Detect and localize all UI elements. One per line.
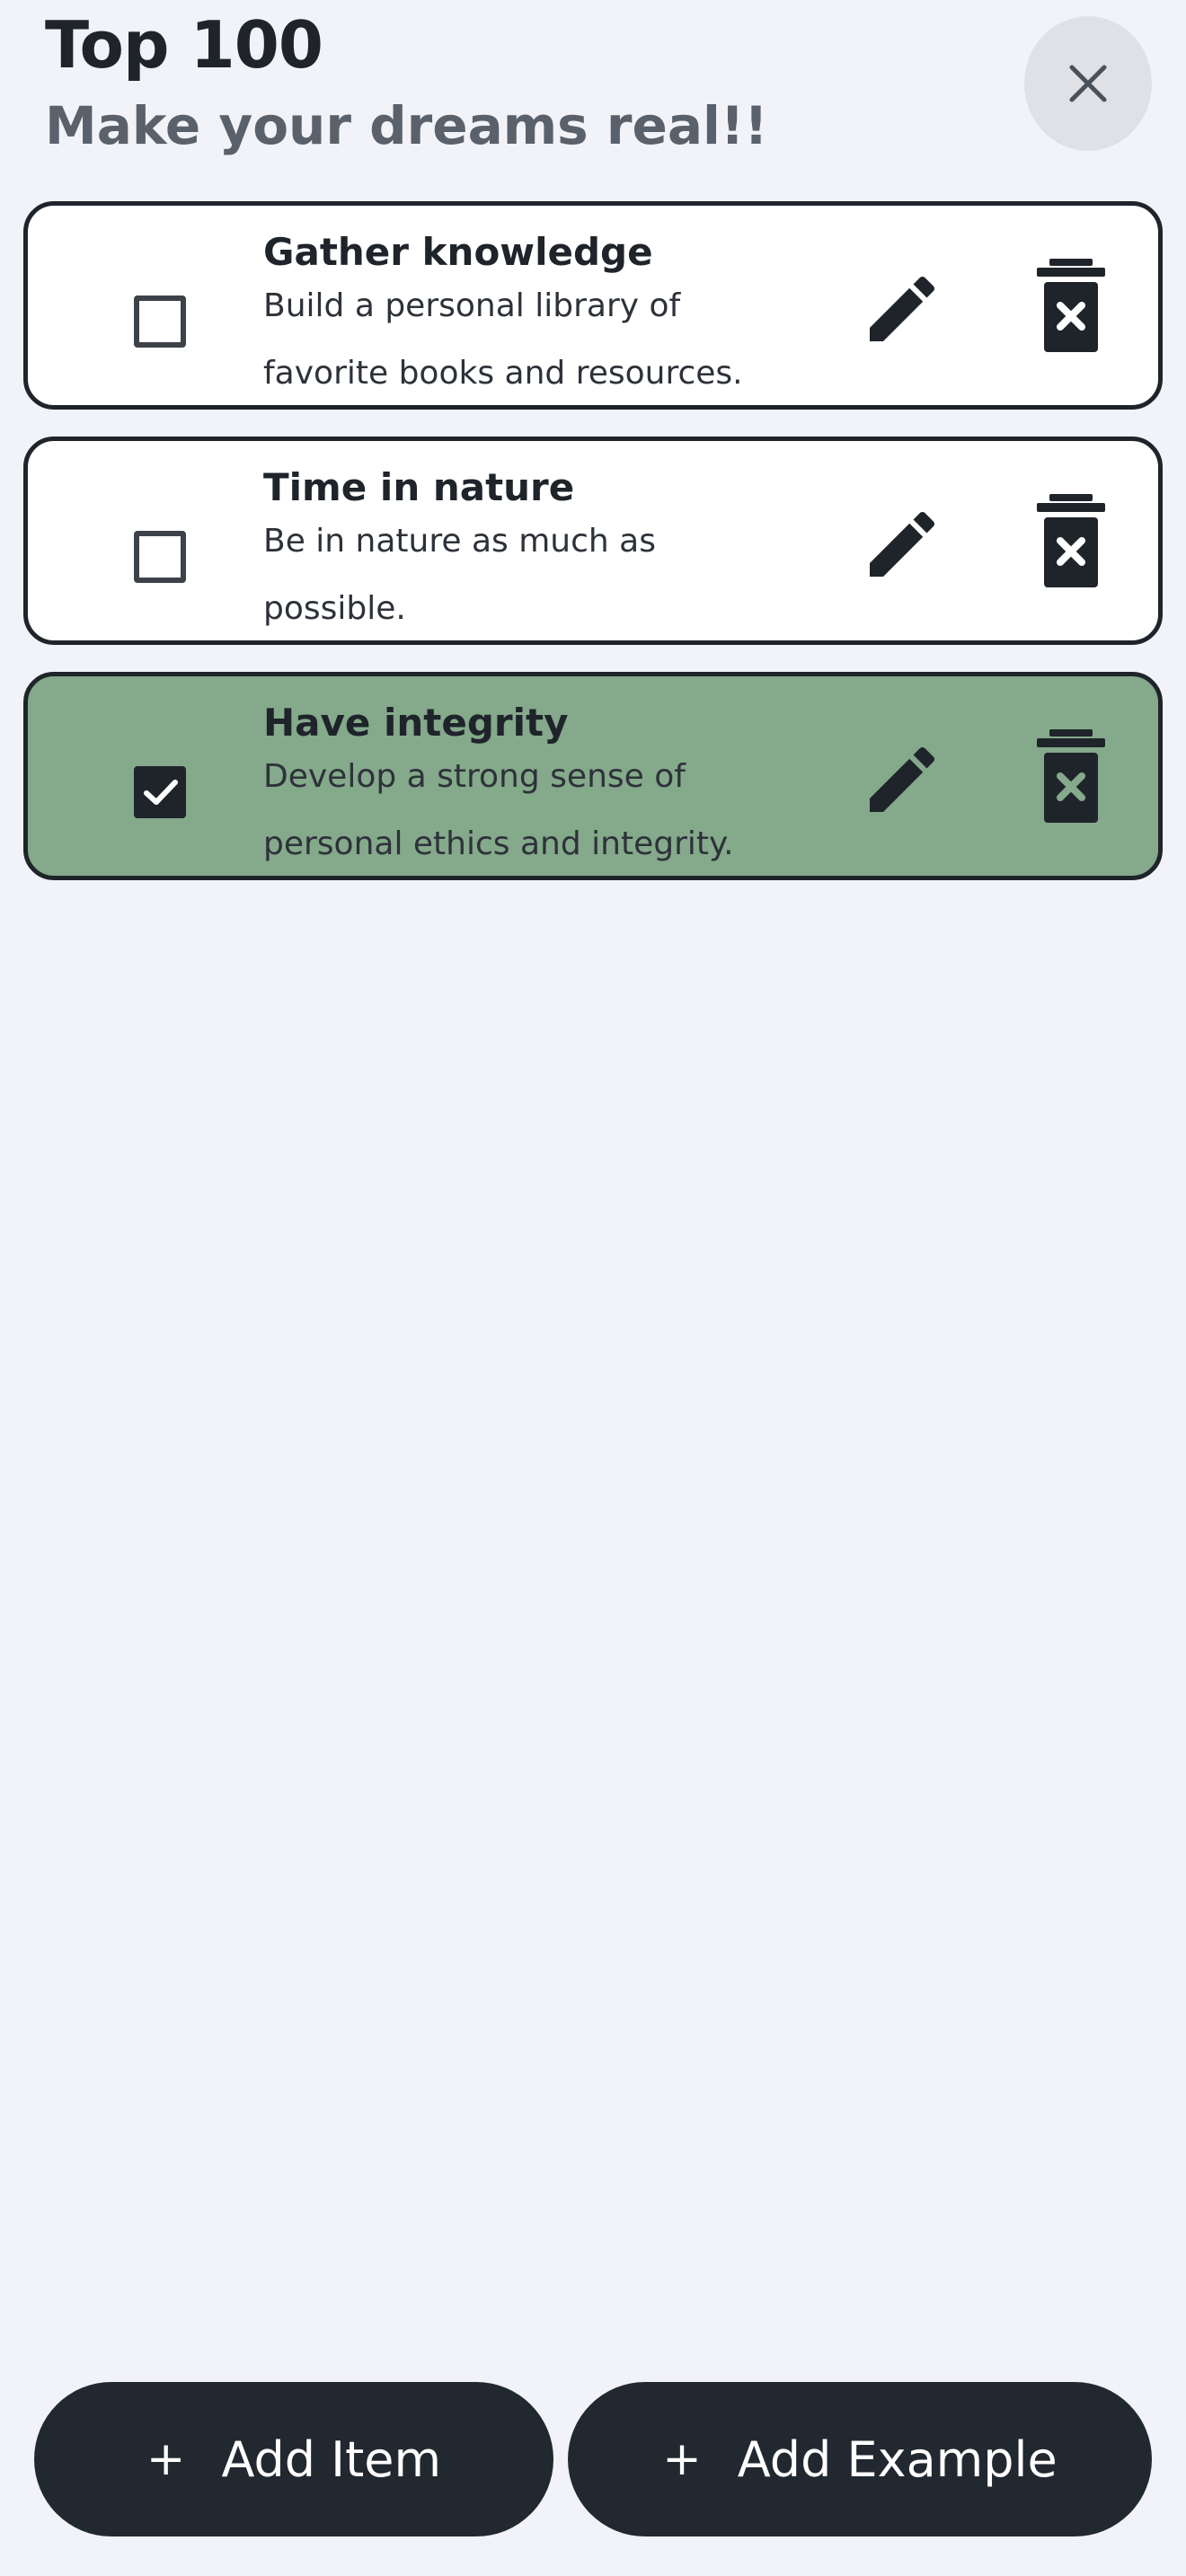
delete-button[interactable] (1031, 727, 1111, 825)
item-description: Develop a strong sense of personal ethic… (263, 758, 734, 862)
checkmark-icon (144, 780, 178, 805)
delete-button[interactable] (1031, 491, 1111, 590)
plus-icon: + (146, 2432, 186, 2486)
header: Top 100 Make your dreams real!! (0, 0, 1186, 180)
add-item-label: Add Item (221, 2430, 442, 2488)
item-title: Time in nature (263, 465, 575, 509)
list-item-completed: Have integrity Develop a strong sense of… (23, 672, 1163, 880)
trash-x-icon (1037, 729, 1105, 823)
page-title: Top 100 (45, 7, 323, 83)
goal-list: Gather knowledge Build a personal librar… (23, 201, 1163, 907)
item-description: Be in nature as much as possible. (263, 523, 656, 627)
delete-button[interactable] (1031, 256, 1111, 355)
item-checkbox-checked[interactable] (134, 766, 186, 818)
close-button[interactable] (1024, 16, 1152, 151)
item-description: Build a personal library of favorite boo… (263, 287, 743, 392)
pencil-icon (870, 276, 935, 341)
bottom-actions: + Add Item + Add Example (0, 2382, 1186, 2536)
trash-x-icon (1037, 494, 1105, 587)
add-item-button[interactable]: + Add Item (34, 2382, 553, 2536)
item-checkbox[interactable] (134, 296, 186, 348)
item-checkbox[interactable] (134, 531, 186, 583)
add-example-button[interactable]: + Add Example (568, 2382, 1152, 2536)
item-title: Gather knowledge (263, 230, 653, 274)
add-example-label: Add Example (737, 2430, 1058, 2488)
list-item: Time in nature Be in nature as much as p… (23, 437, 1163, 645)
pencil-icon (870, 511, 935, 577)
list-item: Gather knowledge Build a personal librar… (23, 201, 1163, 410)
page-subtitle: Make your dreams real!! (45, 95, 768, 156)
close-icon (1069, 65, 1107, 102)
edit-button[interactable] (853, 260, 951, 358)
plus-icon: + (662, 2432, 702, 2486)
pencil-icon (870, 746, 935, 812)
trash-x-icon (1037, 259, 1105, 352)
edit-button[interactable] (853, 495, 951, 594)
edit-button[interactable] (853, 730, 951, 829)
item-title: Have integrity (263, 701, 569, 745)
